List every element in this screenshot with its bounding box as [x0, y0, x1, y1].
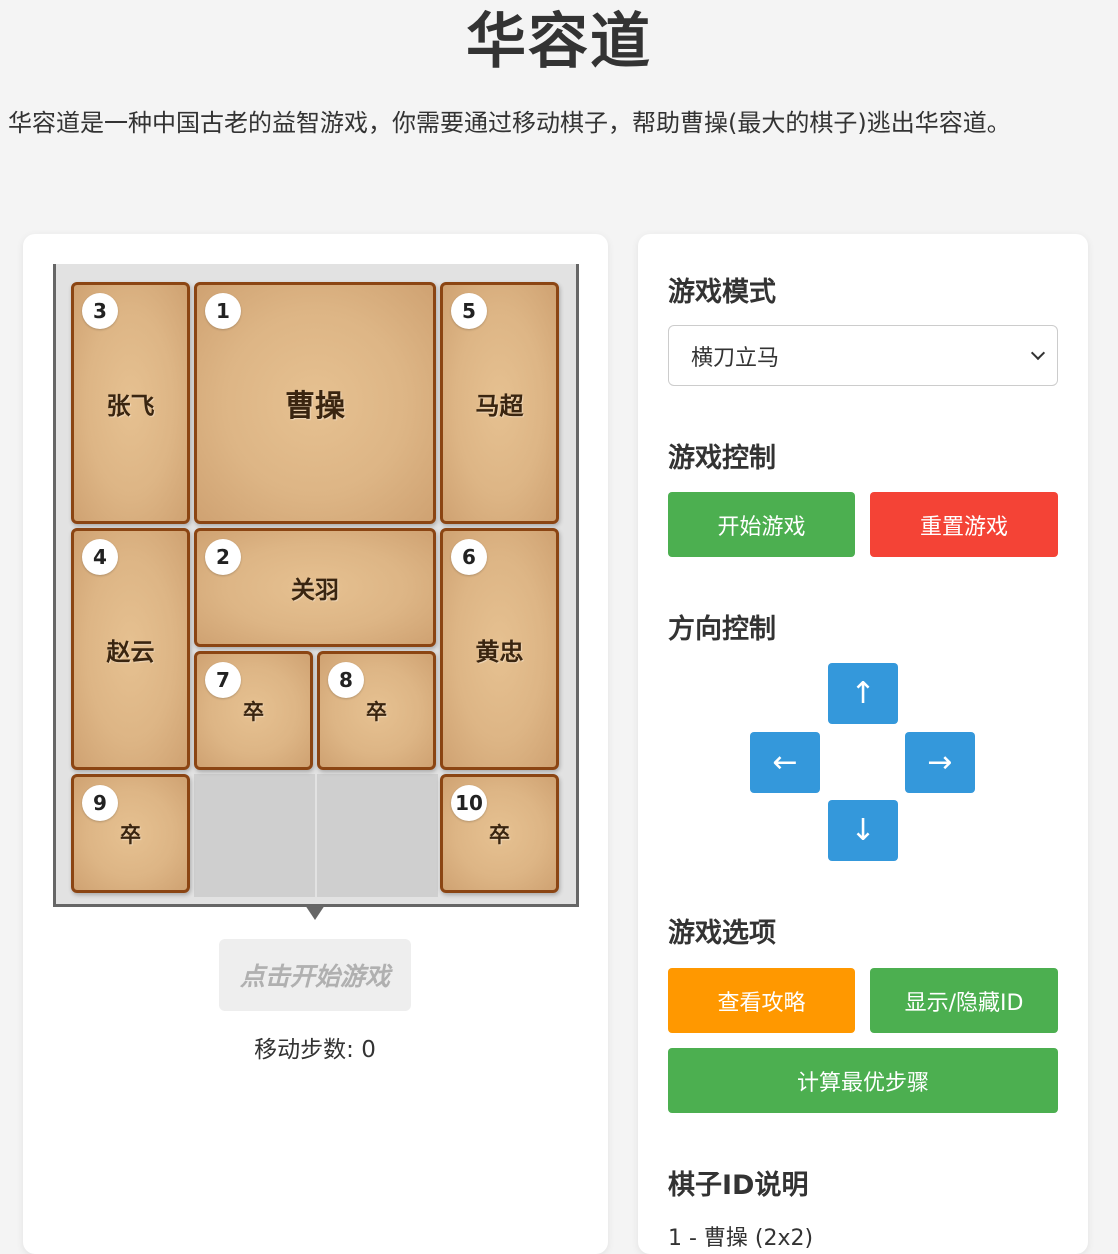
control-section-title: 游戏控制	[668, 443, 776, 474]
piece-name: 赵云	[106, 637, 155, 666]
piece-6[interactable]: 6 黄忠	[440, 528, 559, 770]
piece-id-badge: 7	[205, 662, 241, 698]
piece-id-badge: 3	[82, 293, 118, 329]
piece-name: 张飞	[106, 391, 155, 420]
reset-game-button[interactable]: 重置游戏	[870, 492, 1058, 557]
piece-3[interactable]: 3 张飞	[71, 282, 190, 524]
piece-name: 黄忠	[475, 637, 524, 666]
piece-name: 卒	[243, 699, 264, 724]
options-section-title: 游戏选项	[668, 918, 776, 949]
start-game-button[interactable]: 开始游戏	[668, 492, 855, 557]
piece-9[interactable]: 9卒	[71, 774, 190, 893]
solve-optimal-button[interactable]: 计算最优步骤	[668, 1048, 1058, 1113]
mode-select[interactable]: 横刀立马	[668, 325, 1058, 386]
piece-name: 曹操	[285, 389, 345, 424]
start-game-hint[interactable]: 点击开始游戏	[219, 939, 411, 1011]
piece-id-badge: 10	[451, 785, 487, 821]
piece-id-badge: 4	[82, 539, 118, 575]
piece-name: 马超	[475, 391, 524, 420]
piece-id-badge: 5	[451, 293, 487, 329]
piece-name: 卒	[366, 699, 387, 724]
piece-4[interactable]: 4 赵云	[71, 528, 190, 770]
piece-name: 关羽	[291, 576, 339, 604]
mode-select-value: 横刀立马	[691, 345, 780, 371]
empty-cell	[194, 774, 315, 897]
empty-cell	[317, 774, 438, 897]
piece-10[interactable]: 10 卒	[440, 774, 559, 893]
direction-section-title: 方向控制	[668, 614, 776, 645]
page-title: 华容道	[466, 7, 652, 77]
piece-1[interactable]: 1 曹操	[194, 282, 436, 524]
piece-8[interactable]: 8卒	[317, 651, 436, 770]
piece-2[interactable]: 2 关羽	[194, 528, 436, 647]
mode-section-title: 游戏模式	[668, 277, 776, 308]
piece-name: 卒	[120, 822, 141, 847]
game-description: 华容道是一种中国古老的益智游戏，你需要通过移动棋子，帮助曹操(最大的棋子)逃出华…	[8, 109, 1011, 137]
view-guide-button[interactable]: 查看攻略	[668, 968, 855, 1033]
id-legend-item: 1 - 曹操 (2x2)	[668, 1226, 814, 1251]
piece-5[interactable]: 5 马超	[440, 282, 559, 524]
move-right-button[interactable]: →	[905, 732, 975, 793]
game-board: 3 张飞 1 曹操 5 马超 4 赵云 2 关羽 6 黄忠 7 卒 8 卒 9 卒 10 卒	[53, 264, 579, 907]
piece-id-badge: 2	[205, 539, 241, 575]
move-step-counter: 移动步数: 0	[254, 1037, 376, 1063]
chevron-down-icon	[1030, 345, 1046, 361]
piece-id-badge: 9	[82, 785, 118, 821]
move-left-button[interactable]: ←	[750, 732, 820, 793]
move-down-button[interactable]: ↓	[828, 800, 898, 861]
piece-7[interactable]: 7卒	[194, 651, 313, 770]
id-legend-title: 棋子ID说明	[668, 1170, 809, 1201]
toggle-id-button[interactable]: 显示/隐藏ID	[870, 968, 1058, 1033]
piece-id-badge: 8	[328, 662, 364, 698]
piece-name: 卒	[489, 822, 510, 847]
piece-id-badge: 1	[205, 293, 241, 329]
exit-arrow-icon	[305, 905, 325, 920]
move-up-button[interactable]: ↑	[828, 663, 898, 724]
piece-id-badge: 6	[451, 539, 487, 575]
